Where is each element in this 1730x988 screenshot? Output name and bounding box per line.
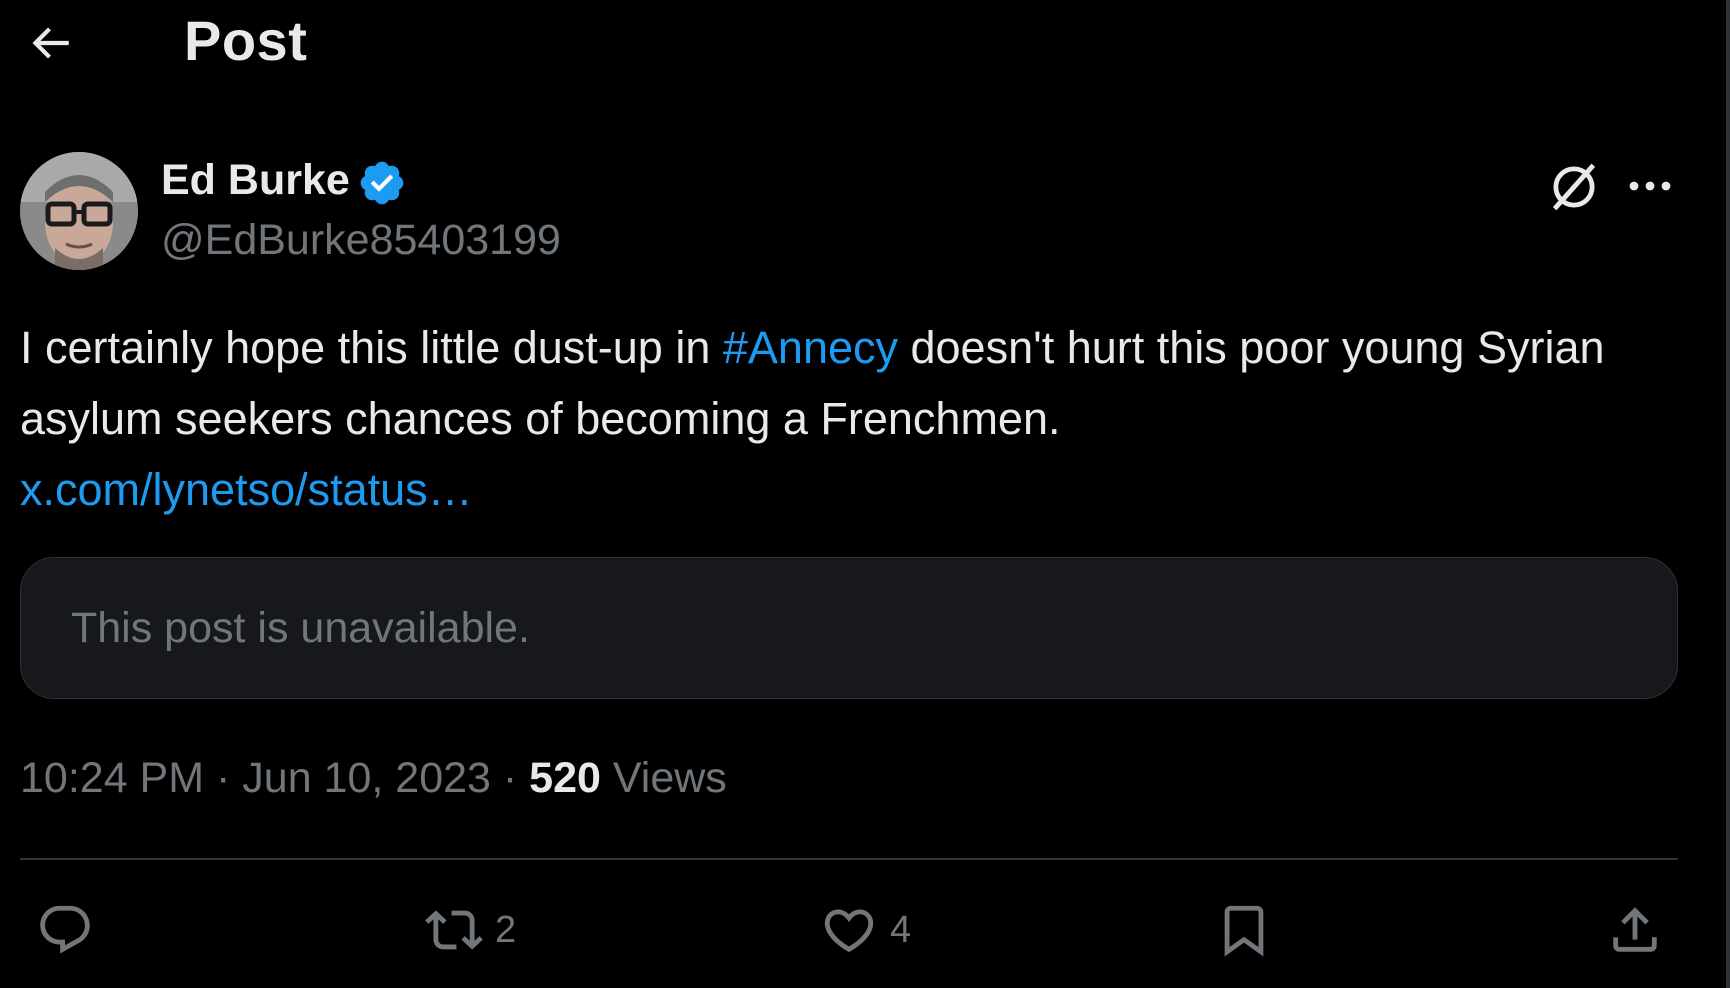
post-text: I certainly hope this little dust-up in … bbox=[20, 312, 1670, 525]
grok-icon[interactable] bbox=[1545, 158, 1603, 216]
reply-button[interactable] bbox=[36, 900, 106, 960]
bookmark-icon bbox=[1224, 905, 1264, 957]
post-meta: 10:24 PM · Jun 10, 2023 · 520 Views bbox=[20, 754, 727, 803]
status-link[interactable]: x.com/lynetso/status… bbox=[20, 464, 473, 515]
arrow-left-icon bbox=[32, 27, 69, 59]
views-count: 520 bbox=[529, 754, 601, 802]
post-date[interactable]: Jun 10, 2023 bbox=[242, 754, 491, 802]
post-page: Post Ed Burke @EdBurke85403199 I certain… bbox=[0, 0, 1730, 988]
page-title: Post bbox=[184, 9, 308, 72]
profile-photo-icon bbox=[20, 152, 138, 270]
bookmark-button[interactable] bbox=[1215, 900, 1273, 960]
reply-icon bbox=[40, 905, 90, 954]
back-button[interactable] bbox=[18, 16, 82, 70]
divider bbox=[20, 858, 1678, 860]
repost-button[interactable]: 2 bbox=[425, 900, 516, 960]
repost-count: 2 bbox=[495, 908, 517, 951]
like-count: 4 bbox=[890, 908, 912, 951]
author-handle[interactable]: @EdBurke85403199 bbox=[161, 216, 561, 265]
share-button[interactable] bbox=[1606, 900, 1664, 960]
like-button[interactable]: 4 bbox=[820, 900, 911, 960]
quoted-post-card: This post is unavailable. bbox=[20, 557, 1678, 699]
hashtag-link[interactable]: #Annecy bbox=[723, 322, 898, 373]
author-name[interactable]: Ed Burke bbox=[161, 156, 350, 205]
views-label: Views bbox=[612, 754, 727, 802]
meta-separator: · bbox=[204, 754, 243, 802]
unavailable-message: This post is unavailable. bbox=[71, 604, 530, 652]
verified-badge-icon bbox=[360, 161, 404, 205]
meta-separator: · bbox=[490, 754, 530, 802]
repost-icon bbox=[425, 910, 483, 950]
share-icon bbox=[1613, 907, 1657, 952]
post-time[interactable]: 10:24 PM bbox=[20, 754, 204, 802]
avatar[interactable] bbox=[20, 152, 138, 270]
scrollbar-edge bbox=[1726, 0, 1730, 988]
post-text-part: I certainly hope this little dust-up in bbox=[20, 322, 723, 373]
more-options-icon[interactable] bbox=[1622, 166, 1678, 206]
heart-icon bbox=[824, 909, 874, 953]
